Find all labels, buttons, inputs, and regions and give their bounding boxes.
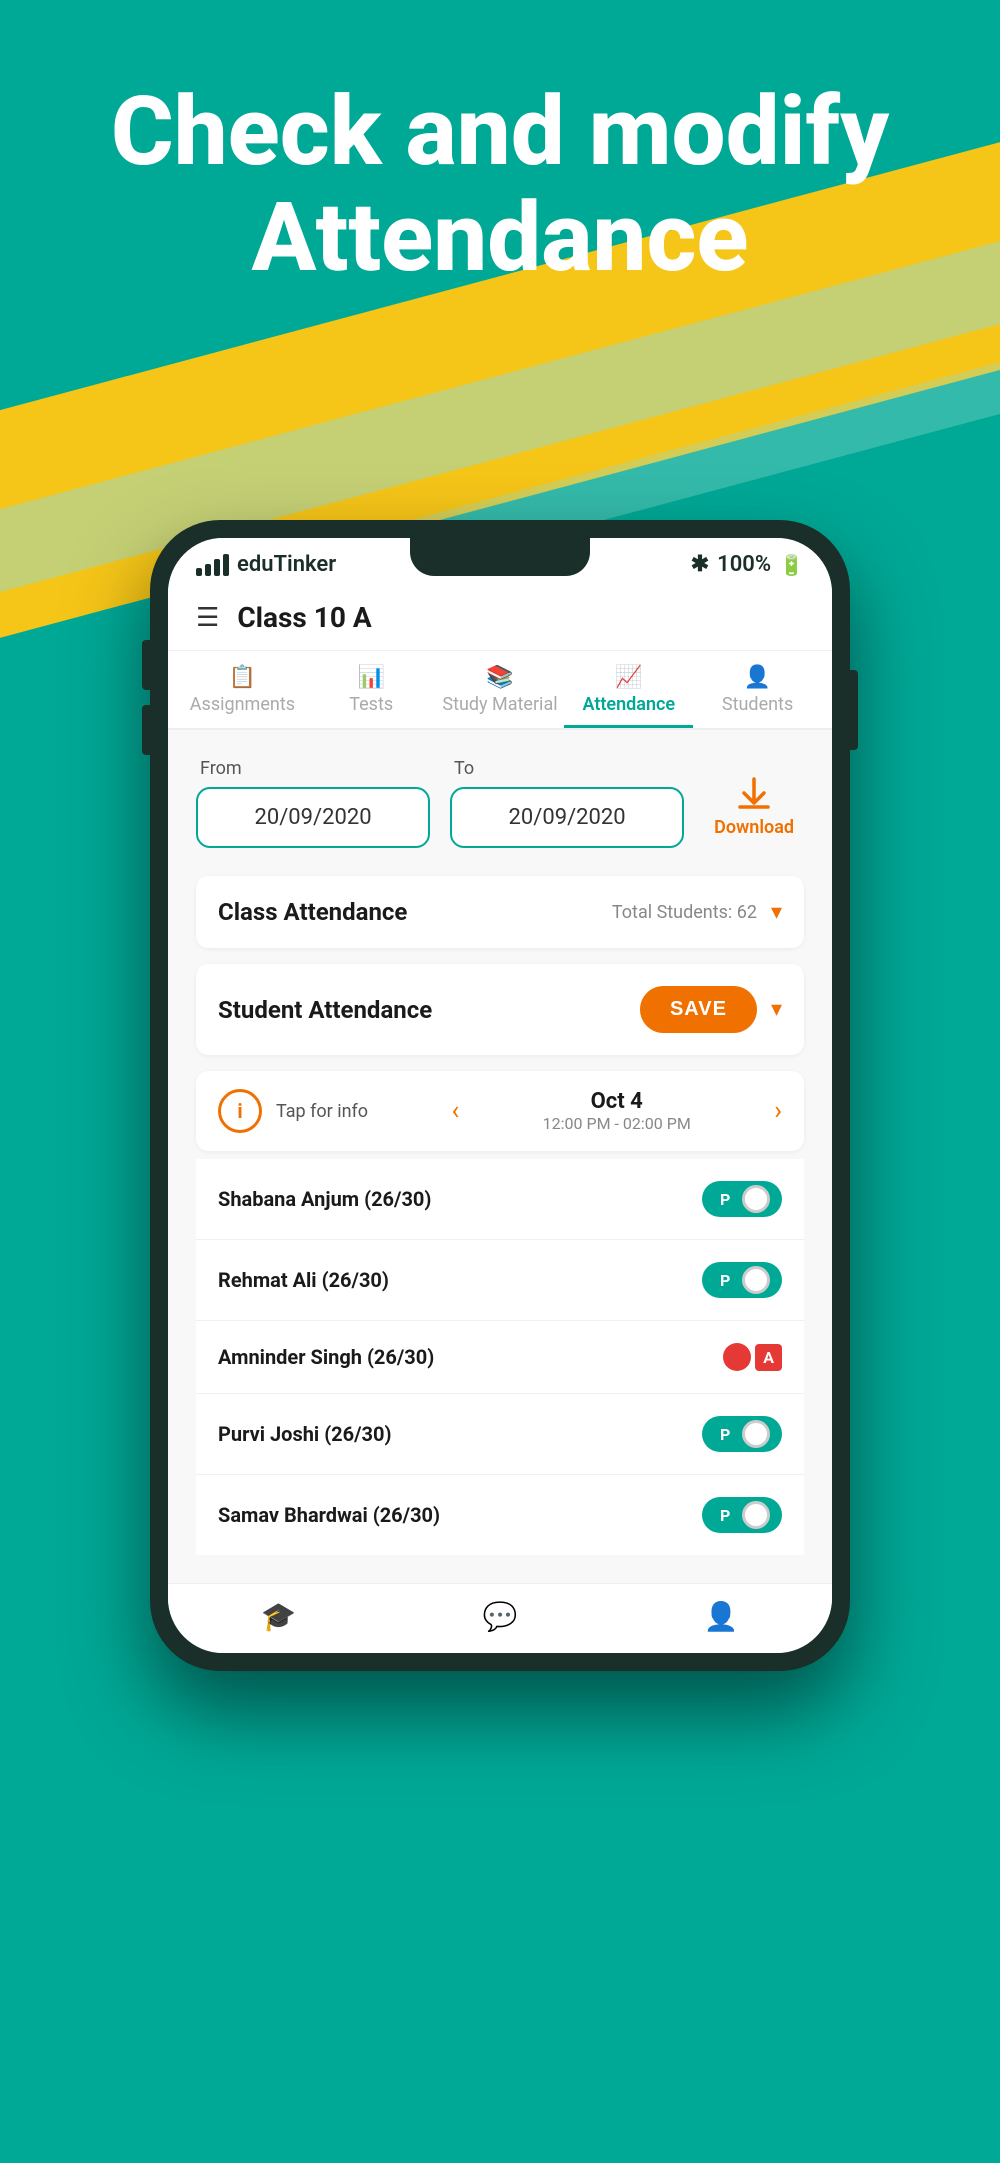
- attendance-icon: 📈: [615, 665, 642, 690]
- phone-outer: eduTinker ✱ 100% 🔋 ☰ Class 10 A 📋 Assign…: [150, 520, 850, 1671]
- total-students: Total Students: 62: [612, 902, 757, 923]
- class-attendance-chevron[interactable]: ▾: [771, 900, 782, 925]
- assignments-icon: 📋: [229, 665, 256, 690]
- attendance-toggle-absent[interactable]: A: [723, 1343, 782, 1371]
- tab-assignments[interactable]: 📋 Assignments: [178, 651, 307, 728]
- download-label: Download: [714, 817, 794, 838]
- bottom-nav-chat[interactable]: 💬: [483, 1600, 518, 1633]
- profile-icon: 👤: [704, 1600, 739, 1633]
- bottom-nav-home[interactable]: 🎓: [261, 1600, 296, 1633]
- tab-study-material-label: Study Material: [442, 694, 557, 715]
- next-session-button[interactable]: ›: [774, 1096, 782, 1126]
- status-right: ✱ 100% 🔋: [691, 552, 804, 577]
- date-filter: From 20/09/2020 To 20/09/2020 Download: [196, 758, 804, 848]
- tab-tests-label: Tests: [349, 694, 393, 715]
- tab-students[interactable]: 👤 Students: [693, 651, 822, 728]
- chat-icon: 💬: [483, 1600, 518, 1633]
- class-attendance-section: Class Attendance Total Students: 62 ▾: [196, 876, 804, 948]
- student-attendance-right: SAVE ▾: [640, 986, 782, 1033]
- volume-down-button: [142, 705, 150, 755]
- attendance-toggle-present[interactable]: P: [702, 1262, 782, 1298]
- phone-screen: eduTinker ✱ 100% 🔋 ☰ Class 10 A 📋 Assign…: [168, 538, 832, 1653]
- save-button[interactable]: SAVE: [640, 986, 757, 1033]
- to-date-input[interactable]: 20/09/2020: [450, 787, 684, 848]
- student-row: Samav Bhardwai (26/30) P: [196, 1475, 804, 1555]
- menu-button[interactable]: ☰: [196, 603, 219, 633]
- class-attendance-right: Total Students: 62 ▾: [612, 900, 782, 925]
- class-attendance-title: Class Attendance: [218, 898, 407, 926]
- info-left: i Tap for info: [218, 1089, 368, 1133]
- graduation-icon: 🎓: [261, 1600, 296, 1633]
- student-attendance-chevron[interactable]: ▾: [771, 997, 782, 1022]
- attendance-toggle-present[interactable]: P: [702, 1181, 782, 1217]
- volume-up-button: [142, 640, 150, 690]
- content-area: From 20/09/2020 To 20/09/2020 Download: [168, 730, 832, 1583]
- from-date-group: From 20/09/2020: [196, 758, 430, 848]
- from-date-input[interactable]: 20/09/2020: [196, 787, 430, 848]
- session-date: Oct 4: [543, 1089, 691, 1114]
- download-icon: [734, 775, 774, 813]
- session-time: 12:00 PM - 02:00 PM: [543, 1114, 691, 1133]
- tap-for-info-label: Tap for info: [276, 1101, 368, 1122]
- download-button[interactable]: Download: [704, 765, 804, 848]
- battery-percent: 100%: [717, 552, 771, 577]
- session-date-time: Oct 4 12:00 PM - 02:00 PM: [543, 1089, 691, 1133]
- info-circle-icon[interactable]: i: [218, 1089, 262, 1133]
- bluetooth-icon: ✱: [691, 552, 709, 577]
- student-row: Rehmat Ali (26/30) P: [196, 1240, 804, 1321]
- session-info-bar: i Tap for info ‹ Oct 4 12:00 PM - 02:00 …: [196, 1071, 804, 1151]
- hero-line2: Attendance: [252, 182, 749, 294]
- tab-assignments-label: Assignments: [190, 694, 295, 715]
- student-attendance-section: Student Attendance SAVE ▾: [196, 964, 804, 1055]
- hero-line1: Check and modify: [111, 76, 889, 188]
- student-name: Rehmat Ali (26/30): [218, 1268, 389, 1292]
- signal-icon: [196, 554, 229, 576]
- tab-study-material[interactable]: 📚 Study Material: [436, 651, 565, 728]
- hero-section: Check and modify Attendance: [0, 80, 1000, 291]
- student-attendance-title: Student Attendance: [218, 996, 432, 1024]
- student-name: Amninder Singh (26/30): [218, 1345, 434, 1369]
- student-row: Amninder Singh (26/30) A: [196, 1321, 804, 1394]
- app-header: ☰ Class 10 A: [168, 585, 832, 651]
- student-row: Purvi Joshi (26/30) P: [196, 1394, 804, 1475]
- tab-bar: 📋 Assignments 📊 Tests 📚 Study Material 📈…: [168, 651, 832, 730]
- status-left: eduTinker: [196, 552, 336, 577]
- student-name: Samav Bhardwai (26/30): [218, 1503, 440, 1527]
- bottom-navigation: 🎓 💬 👤: [168, 1583, 832, 1653]
- student-name: Purvi Joshi (26/30): [218, 1422, 392, 1446]
- student-list: Shabana Anjum (26/30) P Rehmat Ali (2: [196, 1159, 804, 1555]
- to-date-group: To 20/09/2020: [450, 758, 684, 848]
- tab-attendance[interactable]: 📈 Attendance: [564, 651, 693, 728]
- to-label: To: [454, 758, 684, 779]
- tab-tests[interactable]: 📊 Tests: [307, 651, 436, 728]
- phone-mockup: eduTinker ✱ 100% 🔋 ☰ Class 10 A 📋 Assign…: [150, 520, 850, 1671]
- tab-students-label: Students: [722, 694, 793, 715]
- from-label: From: [200, 758, 430, 779]
- bottom-nav-profile[interactable]: 👤: [704, 1600, 739, 1633]
- tab-attendance-label: Attendance: [582, 694, 675, 715]
- student-name: Shabana Anjum (26/30): [218, 1187, 431, 1211]
- study-material-icon: 📚: [486, 665, 513, 690]
- attendance-toggle-present[interactable]: P: [702, 1497, 782, 1533]
- students-icon: 👤: [744, 665, 771, 690]
- attendance-toggle-present[interactable]: P: [702, 1416, 782, 1452]
- student-row: Shabana Anjum (26/30) P: [196, 1159, 804, 1240]
- prev-session-button[interactable]: ‹: [451, 1096, 459, 1126]
- phone-notch: [410, 538, 590, 576]
- tests-icon: 📊: [357, 665, 384, 690]
- carrier-name: eduTinker: [237, 552, 336, 577]
- battery-icon: 🔋: [779, 553, 804, 577]
- power-button: [850, 670, 858, 750]
- page-title: Class 10 A: [237, 601, 371, 634]
